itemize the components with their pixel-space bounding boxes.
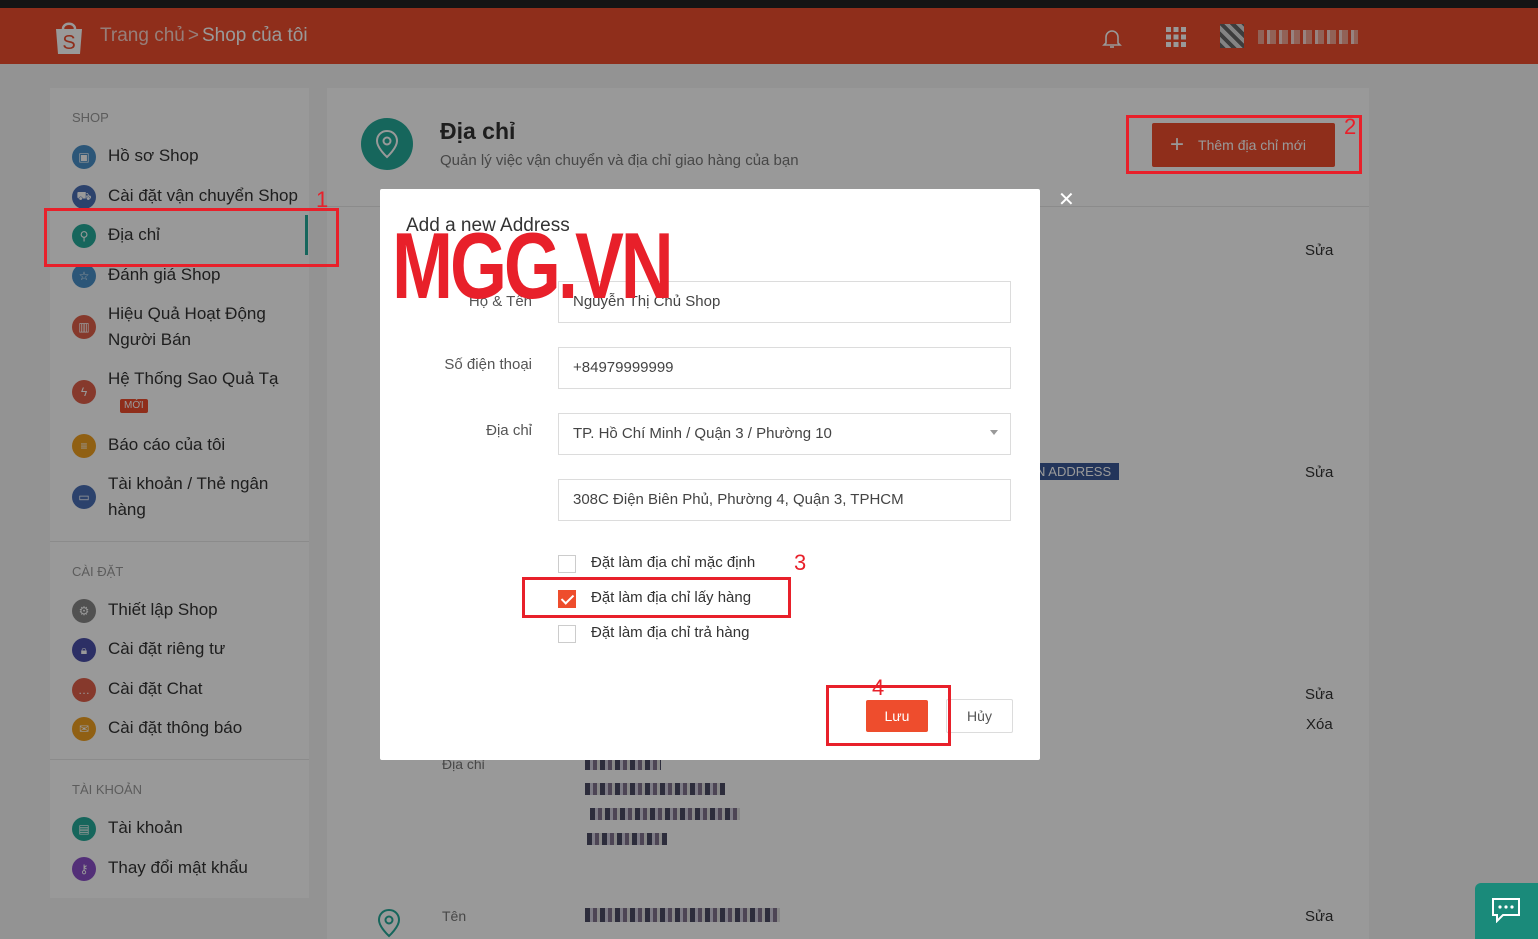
annotation-number-2: 2 [1344, 114, 1357, 139]
annotation-number-3: 3 [794, 550, 807, 575]
annotation-number-1: 1 [316, 187, 329, 212]
annotation-number-4: 4 [872, 675, 885, 700]
chevron-down-icon [990, 430, 998, 435]
annotation-box-3 [522, 577, 791, 618]
region-value: TP. Hồ Chí Minh / Quận 3 / Phường 10 [573, 425, 832, 442]
checkbox-label: Đặt làm địa chỉ mặc định [591, 554, 756, 571]
chat-widget-button[interactable] [1475, 883, 1538, 939]
phone-label: Số điện thoại [444, 356, 532, 373]
annotation-box-4 [826, 685, 951, 746]
chat-icon [1492, 898, 1520, 923]
region-select[interactable]: TP. Hồ Chí Minh / Quận 3 / Phường 10 [558, 413, 1011, 455]
close-icon[interactable]: ✕ [1058, 187, 1075, 212]
annotation-box-2 [1126, 115, 1362, 174]
street-address-input[interactable]: 308C Điện Biên Phủ, Phường 4, Quận 3, TP… [558, 479, 1011, 521]
phone-input[interactable]: +84979999999 [558, 347, 1011, 389]
checkbox[interactable] [558, 555, 576, 573]
checkbox-label: Đặt làm địa chỉ trả hàng [591, 624, 750, 641]
annotation-box-1 [44, 208, 339, 267]
checkbox[interactable] [558, 625, 576, 643]
address-label: Địa chỉ [486, 422, 532, 439]
cancel-button[interactable]: Hủy [946, 699, 1013, 733]
watermark-logo: MGG.VN [392, 213, 674, 318]
